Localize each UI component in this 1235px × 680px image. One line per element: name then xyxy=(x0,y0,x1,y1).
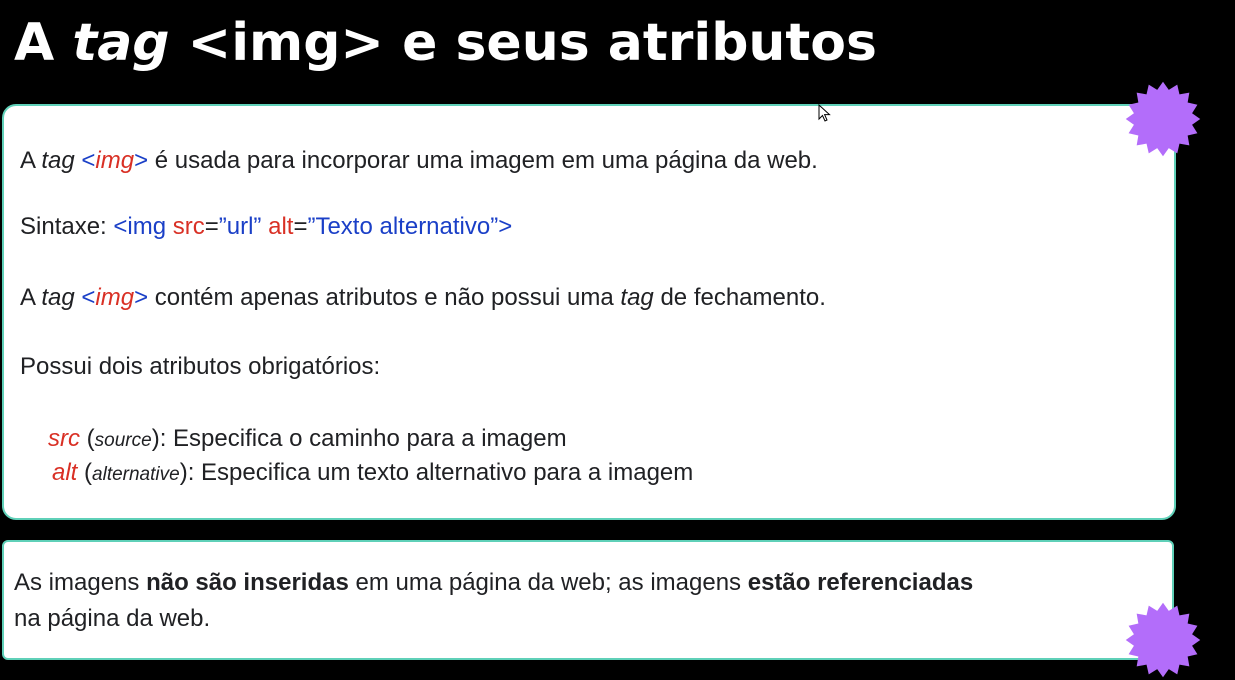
syntax-label: Sintaxe: xyxy=(20,213,114,240)
bracket: > xyxy=(134,147,149,174)
required-attributes-heading: Possui dois atributos obrigatórios: xyxy=(20,353,381,380)
title-prefix: A xyxy=(14,13,73,73)
alt-attribute-name: alt xyxy=(52,459,78,486)
note-line-1: As imagens não são inseridas em uma pági… xyxy=(14,568,973,598)
text: em uma página da web; as imagens xyxy=(348,569,748,596)
src-attribute-meaning: source xyxy=(94,430,152,451)
text: de fechamento. xyxy=(653,284,826,311)
note-bold-not-inserted: não são inseridas xyxy=(146,569,349,596)
slide-title: A tag <img> e seus atributos xyxy=(14,8,877,78)
text: é usada para incorporar uma imagem em um… xyxy=(148,147,818,174)
text: ( xyxy=(77,459,93,486)
syntax-src-attr: src xyxy=(172,213,205,240)
description-line: A tag <img> é usada para incorporar uma … xyxy=(20,146,818,176)
mouse-cursor-icon xyxy=(818,104,831,122)
text: ( xyxy=(80,425,95,452)
title-italic-word: tag xyxy=(72,13,170,73)
syntax-close-bracket: > xyxy=(498,213,513,240)
note-line-2: na página da web. xyxy=(14,605,211,632)
title-suffix: <img> e seus atributos xyxy=(169,13,877,73)
note-card: As imagens não são inseridas em uma pági… xyxy=(2,540,1174,660)
closing-tag-line: A tag <img> contém apenas atributos e nã… xyxy=(20,283,826,313)
syntax-src-value: ”url” xyxy=(218,213,262,240)
italic-tag-word: tag xyxy=(41,284,75,311)
src-attribute-name: src xyxy=(48,425,80,452)
italic-tag-word: tag xyxy=(41,147,75,174)
bracket: > xyxy=(134,284,149,311)
syntax-alt-value: ”Texto alternativo” xyxy=(307,213,499,240)
decorative-burst-icon xyxy=(1125,602,1201,678)
bracket: < xyxy=(81,284,96,311)
decorative-burst-icon xyxy=(1125,81,1201,157)
src-attribute-item: src (source): Especifica o caminho para … xyxy=(48,424,567,456)
note-bold-referenced: estão referenciadas xyxy=(747,569,974,596)
bracket: < xyxy=(81,147,96,174)
equals: = xyxy=(293,213,308,240)
syntax-open-tag: <img xyxy=(113,213,173,240)
text: A xyxy=(20,284,42,311)
equals: = xyxy=(204,213,219,240)
syntax-alt-attr: alt xyxy=(268,213,294,240)
alt-attribute-description: : Especifica um texto alternativo para a… xyxy=(187,459,694,486)
syntax-line: Sintaxe: <img src=”url” alt=”Texto alter… xyxy=(20,212,512,242)
alt-attribute-meaning: alternative xyxy=(92,464,180,485)
alt-attribute-item: alt (alternative): Especifica um texto a… xyxy=(52,458,693,490)
text: As imagens xyxy=(14,569,147,596)
img-tag-name: img xyxy=(95,284,135,311)
src-attribute-description: : Especifica o caminho para a imagem xyxy=(159,425,567,452)
text: ) xyxy=(151,425,160,452)
text: A xyxy=(20,147,42,174)
content-card: A tag <img> é usada para incorporar uma … xyxy=(2,104,1176,520)
text: contém apenas atributos e não possui uma xyxy=(148,284,621,311)
italic-tag-word: tag xyxy=(620,284,654,311)
text: ) xyxy=(179,459,188,486)
img-tag-name: img xyxy=(95,147,135,174)
